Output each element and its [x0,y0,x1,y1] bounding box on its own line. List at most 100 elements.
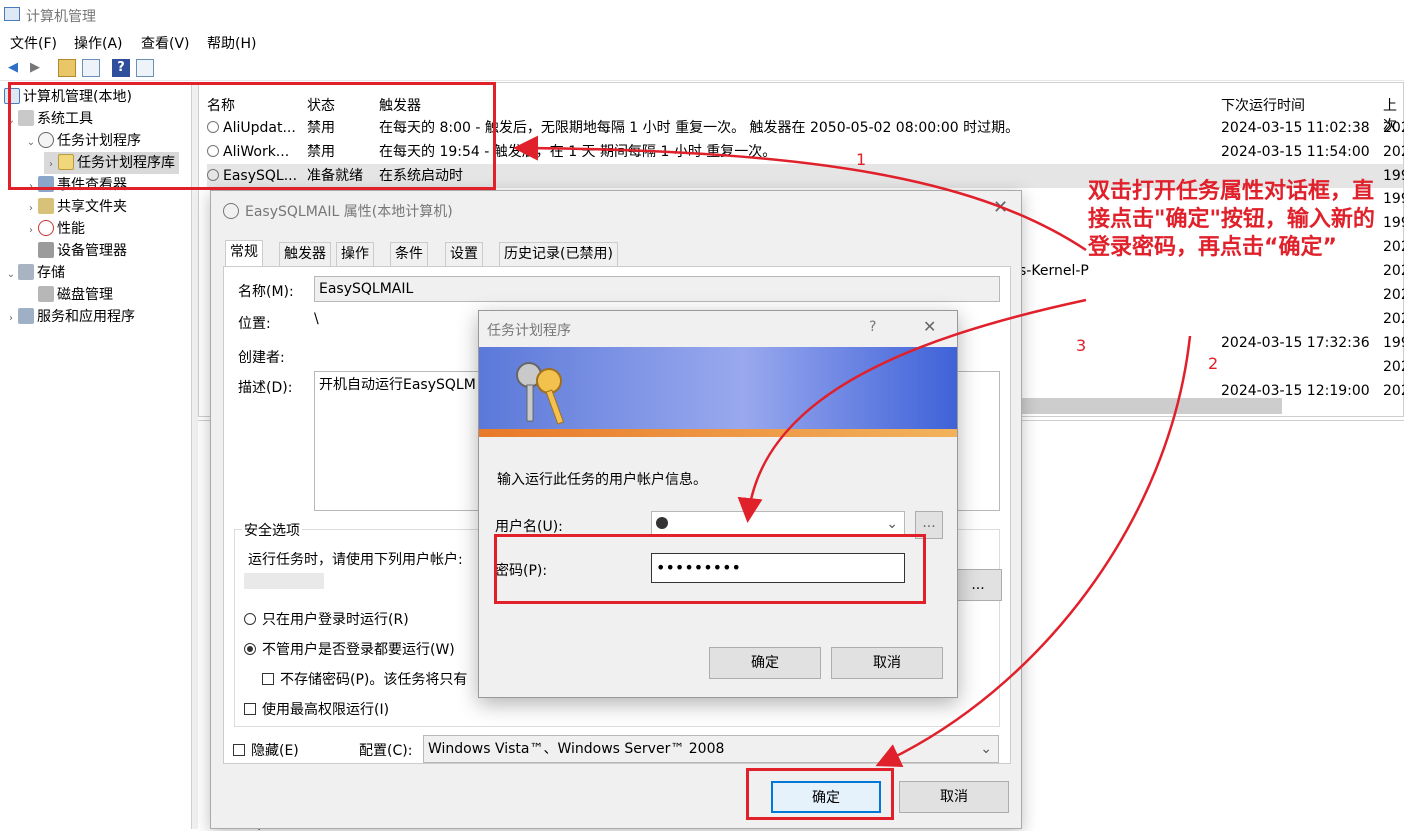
chevron-right-icon[interactable]: › [24,198,38,220]
radio-always-label: 不管用户是否登录都要运行(W) [262,642,455,658]
task-last-run: 202 [1383,120,1404,136]
dialog-title: EasySQLMAIL 属性(本地计算机) [245,204,453,220]
config-select[interactable]: Windows Vista™、Windows Server™ 2008 ⌄ [423,735,999,763]
task-last-run: 202 [1383,144,1404,160]
dialog-title: 任务计划程序 [487,323,571,339]
tab-settings[interactable]: 设置 [445,242,483,266]
chevron-down-icon[interactable]: ⌄ [4,264,18,286]
menu-file[interactable]: 文件(F) [10,33,57,53]
help-button[interactable]: ? [869,319,876,335]
menu-action[interactable]: 操作(A) [74,33,123,53]
author-label: 创建者: [238,350,285,366]
help-icon[interactable]: ? [112,59,130,77]
tree-performance-label: 性能 [57,221,85,237]
chevron-right-icon[interactable]: › [4,308,18,330]
window-title: 计算机管理 [26,9,96,25]
step-number: 3 [1076,336,1087,355]
last-run-cell: 199 [1383,191,1404,207]
tree-disk-management-label: 磁盘管理 [57,287,113,303]
toolbar: ◀ ▶ ? [0,55,1404,81]
back-arrow-icon[interactable]: ◀ [4,59,22,77]
checkbox-highest-privileges[interactable]: 使用最高权限运行(I) [244,699,389,719]
tree-device-manager-label: 设备管理器 [57,243,127,259]
close-icon[interactable]: ✕ [993,197,1008,218]
description-label: 描述(D): [238,380,293,396]
tree-device-manager[interactable]: 设备管理器 [38,240,127,262]
change-user-button[interactable]: ... [954,569,1002,601]
title-bar: 计算机管理 [0,0,1404,30]
next-run-cell: 2024-03-15 17:32:36 [1221,335,1370,351]
folder-up-icon[interactable] [58,59,76,77]
redacted-user-field [244,573,324,589]
performance-icon [38,220,54,236]
tab-general[interactable]: 常规 [225,240,263,266]
user-icon [656,517,668,529]
radio-logged-on-label: 只在用户登录时运行(R) [262,612,409,628]
properties-icon[interactable] [136,59,154,77]
show-hide-tree-icon[interactable] [82,59,100,77]
forward-arrow-icon[interactable]: ▶ [26,59,44,77]
credentials-dialog: 任务计划程序 ? ✕ 输入运行此任务的用户帐户信息。 用户名(U): ⌄ ...… [478,310,958,698]
banner-stripe [479,429,957,437]
clock-icon [223,203,239,219]
menu-view[interactable]: 查看(V) [141,33,190,53]
services-icon [18,308,34,324]
computer-management-icon [4,7,20,21]
location-label: 位置: [238,316,271,332]
config-value: Windows Vista™、Windows Server™ 2008 [428,741,725,757]
last-run-cell: 199 [1383,215,1404,231]
hidden-label: 隐藏(E) [251,743,299,759]
close-icon[interactable]: ✕ [923,317,936,336]
location-value: \ [314,311,319,327]
tree-shared-folders-label: 共享文件夹 [57,199,127,215]
keys-icon [516,362,565,425]
storage-icon [18,264,34,280]
chevron-down-icon: ⌄ [886,516,898,532]
last-run-cell: 199 [1383,335,1404,351]
tree-performance[interactable]: › 性能 [24,218,85,240]
navigation-tree: 计算机管理(本地) ⌄ 系统工具 ⌄ 任务计划程序 › 任务计划程序库 › 事件查看器 … [0,82,192,829]
credentials-ok-button[interactable]: 确定 [709,647,821,679]
checkbox-no-store-password[interactable]: 不存储密码(P)。该任务将只有 [262,669,467,689]
task-last-run: 199 [1383,168,1404,184]
last-run-cell: 202 [1383,311,1404,327]
tree-shared-folders[interactable]: › 共享文件夹 [24,196,127,218]
menu-bar: 文件(F) 操作(A) 查看(V) 帮助(H) [0,30,1404,54]
radio-always-run[interactable]: 不管用户是否登录都要运行(W) [244,639,455,659]
run-as-text: 运行任务时，请使用下列用户帐户: [248,552,463,568]
trigger-cell: s-Kernel-P [1019,263,1089,279]
menu-help[interactable]: 帮助(H) [207,33,256,53]
security-group-label: 安全选项 [242,520,302,540]
tree-storage[interactable]: ⌄ 存储 [4,262,65,284]
next-run-cell: 2024-03-15 12:19:00 [1221,383,1370,399]
credentials-cancel-button[interactable]: 取消 [831,647,943,679]
last-run-cell: 202 [1383,287,1404,303]
task-next-run: 2024-03-15 11:02:38 [1221,120,1370,136]
checkbox-hidden[interactable]: 隐藏(E) [233,740,299,760]
highlight-password-box [494,534,926,604]
checkbox-icon [262,673,274,685]
tree-disk-management[interactable]: 磁盘管理 [38,284,113,306]
chevron-right-icon[interactable]: › [24,220,38,242]
step-number: 2 [1208,354,1219,373]
tab-history[interactable]: 历史记录(已禁用) [499,242,618,266]
radio-selected-icon [244,643,256,655]
properties-cancel-button[interactable]: 取消 [899,781,1009,813]
checkbox-icon [233,744,245,756]
task-next-run: 2024-03-15 11:54:00 [1221,144,1370,160]
column-next-run[interactable]: 下次运行时间 [1221,95,1305,115]
task-name-field[interactable]: EasySQLMAIL [314,276,1000,302]
radio-logged-on[interactable]: 只在用户登录时运行(R) [244,609,409,629]
tab-triggers[interactable]: 触发器 [279,242,331,266]
tree-services-apps[interactable]: › 服务和应用程序 [4,306,135,328]
tab-conditions[interactable]: 条件 [390,242,428,266]
highlight-task-box [8,82,496,190]
checkbox-icon [244,703,256,715]
username-label: 用户名(U): [495,519,563,535]
dialog-banner [479,347,957,437]
tab-actions[interactable]: 操作 [336,242,374,266]
config-label: 配置(C): [359,743,413,759]
step-number: 1 [856,150,867,169]
device-manager-icon [38,242,54,258]
no-store-password-label: 不存储密码(P)。该任务将只有 [280,672,468,688]
